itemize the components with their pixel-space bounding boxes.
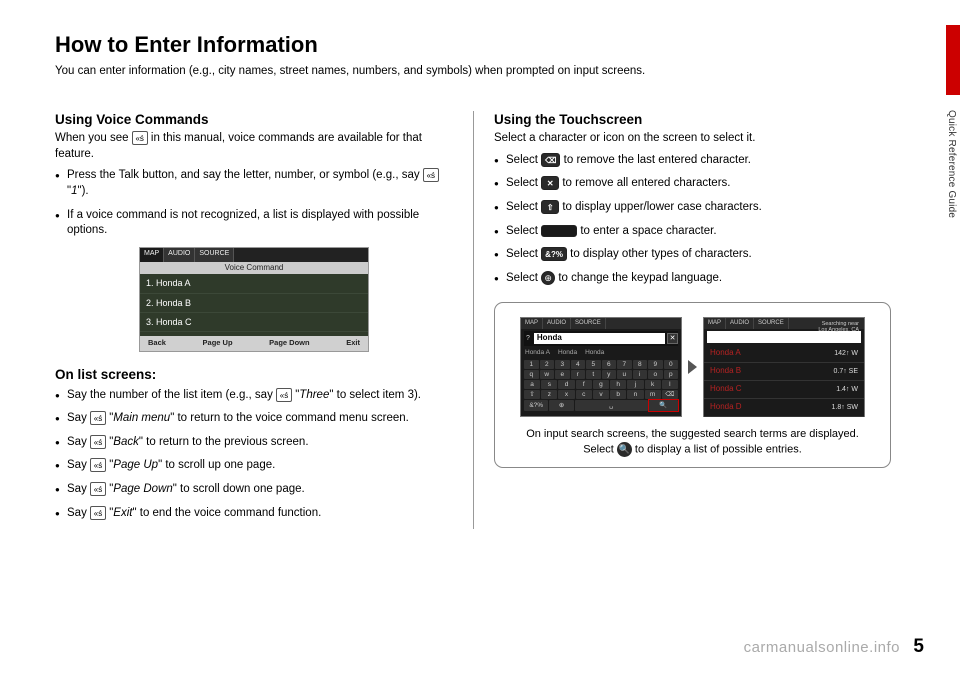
left-column: Using Voice Commands When you see «ś in … [55, 111, 473, 529]
voice-icon: «ś [90, 458, 106, 472]
bullet-item: Select &?% to display other types of cha… [494, 247, 891, 263]
list-screens-heading: On list screens: [55, 366, 453, 384]
results-screenshot: MAP AUDIO SOURCE Searching nearLos Angel… [703, 317, 865, 417]
voice-icon: «ś [90, 482, 106, 496]
bullet-item: Select ⌫ to remove the last entered char… [494, 153, 891, 169]
bullet-item: Press the Talk button, and say the lette… [55, 168, 453, 199]
voice-icon: «ś [132, 131, 148, 145]
bullet-item: Select to enter a space character. [494, 224, 891, 240]
voice-lead: When you see «ś in this manual, voice co… [55, 131, 453, 162]
voice-icon: «ś [423, 168, 439, 182]
bullet-item: Say «ś "Page Up" to scroll up one page. [55, 458, 453, 474]
bullet-item: Say «ś "Main menu" to return to the voic… [55, 411, 453, 427]
voice-bullets: Press the Talk button, and say the lette… [55, 168, 453, 238]
keyboard-screenshot: MAP AUDIO SOURCE ? Honda ✕ Honda A Honda [520, 317, 682, 417]
touch-lead: Select a character or icon on the screen… [494, 131, 891, 147]
side-label: Quick Reference Guide [945, 110, 959, 218]
key-icon: ⊕ [541, 271, 555, 285]
voice-icon: «ś [276, 388, 292, 402]
watermark: carmanualsonline.info [744, 638, 900, 658]
right-column: Using the Touchscreen Select a character… [473, 111, 891, 529]
key-icon [541, 225, 577, 237]
page-content: How to Enter Information You can enter i… [55, 30, 905, 529]
voice-heading: Using Voice Commands [55, 111, 453, 129]
callout-text: On input search screens, the suggested s… [505, 427, 880, 457]
bullet-item: Say the number of the list item (e.g., s… [55, 388, 453, 404]
voice-icon: «ś [90, 506, 106, 520]
voice-screenshot: MAP AUDIO SOURCE Voice Command 1. Honda … [139, 247, 369, 352]
key-icon: ⌫ [541, 153, 560, 167]
bullet-item: Say «ś "Exit" to end the voice command f… [55, 506, 453, 522]
bullet-item: Say «ś "Back" to return to the previous … [55, 435, 453, 451]
bullet-item: Select ✕ to remove all entered character… [494, 176, 891, 192]
arrow-icon [688, 360, 697, 374]
near-label: Searching nearLos Angeles, CA [818, 321, 859, 333]
voice-icon: «ś [90, 435, 106, 449]
key-icon: ✕ [541, 176, 559, 190]
page-number: 5 [913, 634, 924, 660]
key-icon: &?% [541, 247, 567, 261]
list-bullets: Say the number of the list item (e.g., s… [55, 388, 453, 521]
page-intro: You can enter information (e.g., city na… [55, 64, 905, 80]
touch-callout: MAP AUDIO SOURCE ? Honda ✕ Honda A Honda [494, 302, 891, 468]
bullet-item: If a voice command is not recognized, a … [55, 208, 453, 239]
section-tab [946, 25, 960, 95]
touch-bullets: Select ⌫ to remove the last entered char… [494, 153, 891, 286]
voice-icon: «ś [90, 411, 106, 425]
magnify-icon: 🔍 [617, 442, 632, 457]
bullet-item: Select ⇧ to display upper/lower case cha… [494, 200, 891, 216]
touch-heading: Using the Touchscreen [494, 111, 891, 129]
key-icon: ⇧ [541, 200, 559, 214]
page-title: How to Enter Information [55, 30, 905, 60]
bullet-item: Select ⊕ to change the keypad language. [494, 271, 891, 287]
bullet-item: Say «ś "Page Down" to scroll down one pa… [55, 482, 453, 498]
